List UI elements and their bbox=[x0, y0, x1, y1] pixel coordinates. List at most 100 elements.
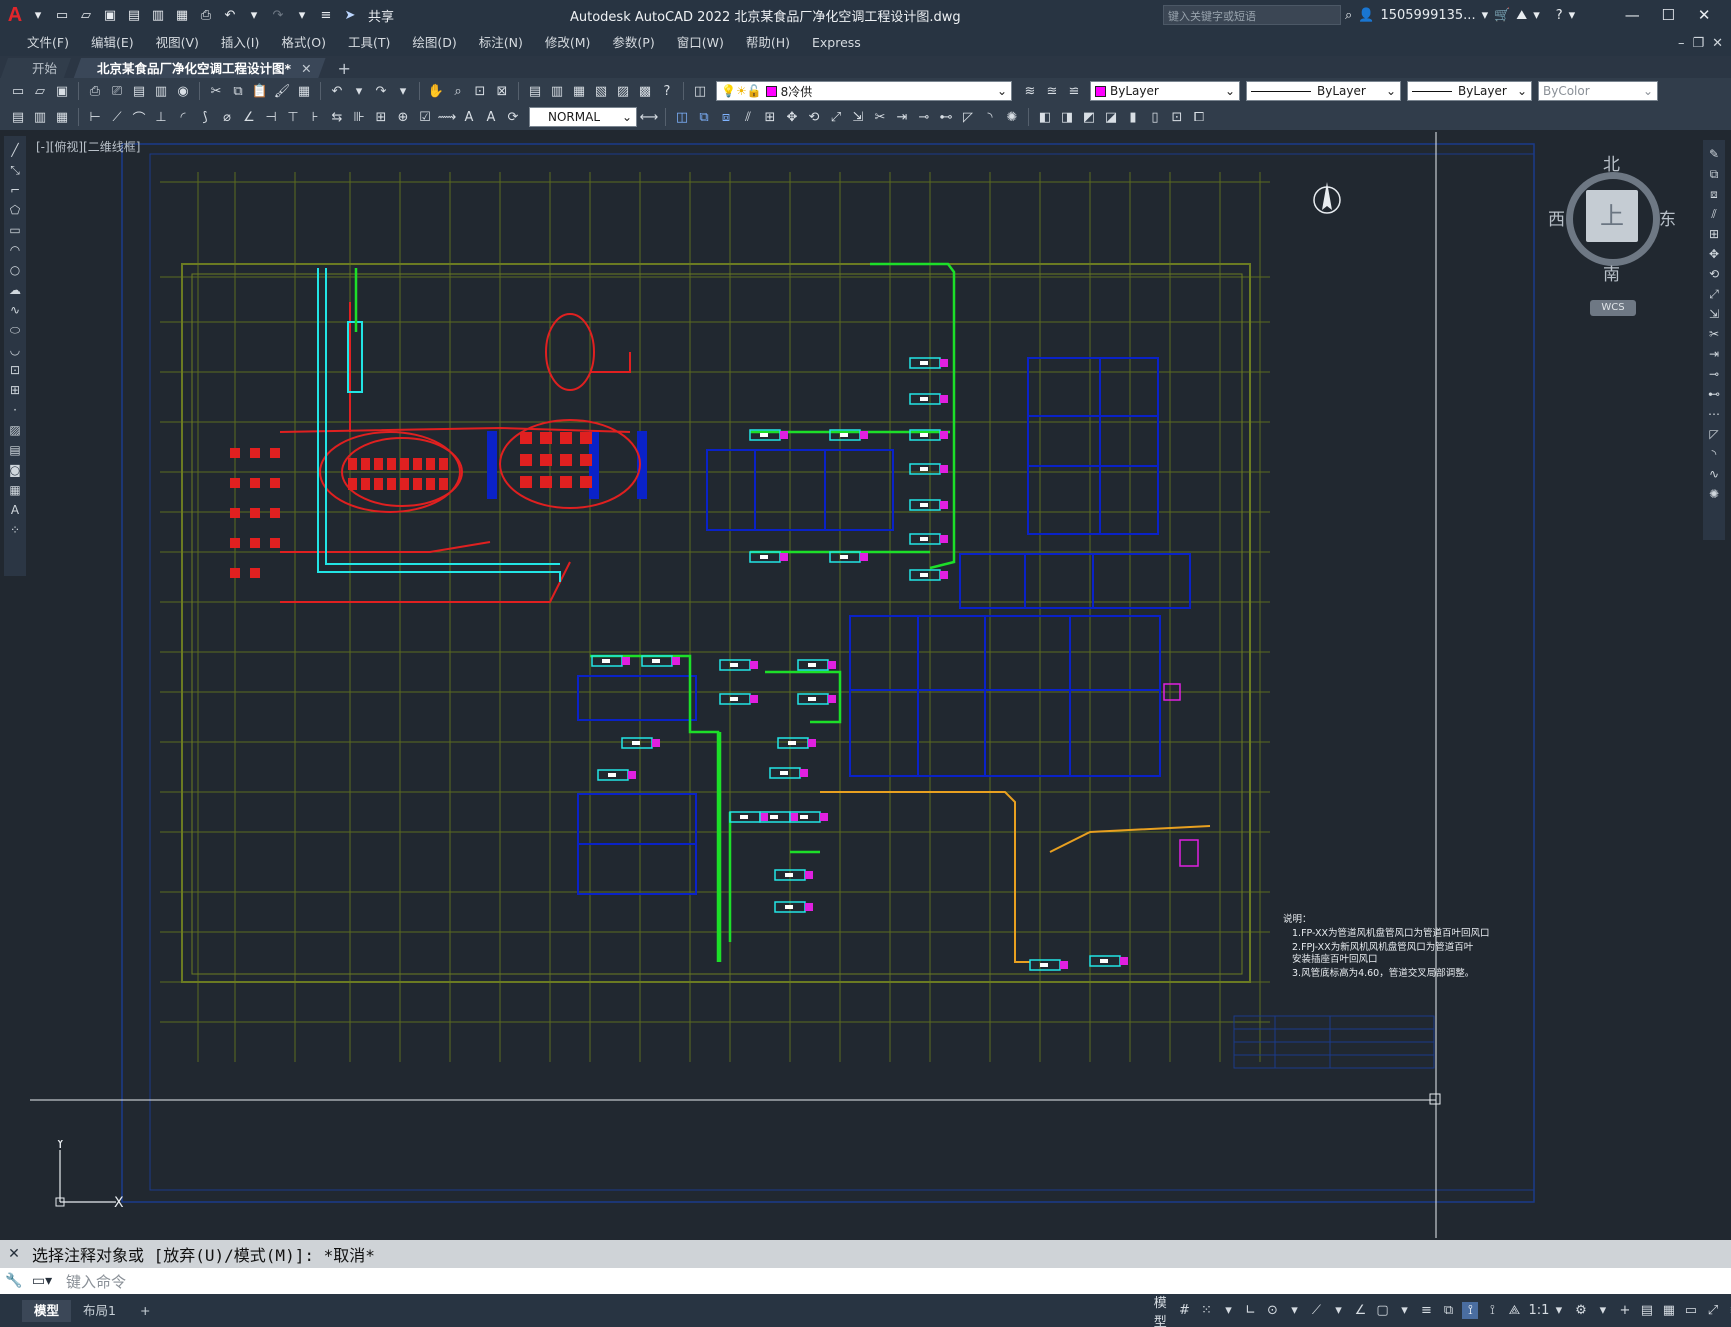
aligned-dim-icon[interactable]: ⟋ bbox=[107, 107, 127, 127]
tab-layout1[interactable]: 布局1 bbox=[71, 1300, 128, 1322]
user-icon[interactable]: 👤 bbox=[1358, 8, 1374, 23]
add-selected-icon[interactable]: ⁘ bbox=[7, 522, 23, 538]
line-icon[interactable]: ╱ bbox=[7, 142, 23, 158]
layer-walk-icon[interactable]: ▦ bbox=[52, 107, 72, 127]
menu-format[interactable]: 格式(O) bbox=[270, 30, 337, 56]
close-button[interactable]: ✕ bbox=[1689, 6, 1719, 24]
quick-select-icon[interactable]: ▥ bbox=[30, 107, 50, 127]
layer-iso-icon[interactable]: ≌ bbox=[1064, 81, 1084, 101]
dim-break-icon[interactable]: ⊪ bbox=[349, 107, 369, 127]
rotate-icon[interactable]: ⟲ bbox=[1706, 266, 1722, 282]
lineweight-dropdown[interactable]: ByLayer ⌄ bbox=[1407, 81, 1532, 101]
menu-help[interactable]: 帮助(H) bbox=[735, 30, 801, 56]
tab-start[interactable]: 开始 bbox=[0, 58, 71, 80]
wcs-menu[interactable]: WCS bbox=[1590, 300, 1636, 316]
polygon-icon[interactable]: ⬠ bbox=[7, 202, 23, 218]
doc-restore-icon[interactable]: ❐ bbox=[1692, 36, 1704, 51]
tab-close-icon[interactable]: ✕ bbox=[301, 61, 311, 76]
offset-icon[interactable]: ⫽ bbox=[1706, 206, 1722, 222]
extend-icon[interactable]: ⇥ bbox=[892, 107, 912, 127]
color-dropdown[interactable]: ByLayer ⌄ bbox=[1090, 81, 1240, 101]
scale-icon[interactable]: ⤢ bbox=[826, 107, 846, 127]
arc-length-icon[interactable]: ⌒ bbox=[129, 107, 149, 127]
undo-list-icon[interactable]: ▾ bbox=[349, 81, 369, 101]
ellipse-arc-icon[interactable]: ◡ bbox=[7, 342, 23, 358]
circle-icon[interactable]: ○ bbox=[7, 262, 23, 278]
workspace-gear-icon[interactable]: ⚙ bbox=[1573, 1303, 1589, 1318]
hardware-acceleration-icon[interactable]: ▭ bbox=[1683, 1303, 1699, 1318]
publish-web-icon[interactable]: ◉ bbox=[173, 81, 193, 101]
snap-dropdown-icon[interactable]: ▾ bbox=[1220, 1303, 1236, 1318]
viewport-controls[interactable]: [-][俯视][二维线框] bbox=[36, 138, 140, 155]
polar-dropdown-icon[interactable]: ▾ bbox=[1286, 1303, 1302, 1318]
tolerance-icon[interactable]: ⊞ bbox=[371, 107, 391, 127]
break-at-point-icon[interactable]: ⊸ bbox=[1706, 366, 1722, 382]
region-icon[interactable]: ◙ bbox=[7, 462, 23, 478]
redo-icon[interactable]: ↷ bbox=[371, 81, 391, 101]
zoom-previous-icon[interactable]: ⊠ bbox=[492, 81, 512, 101]
inspect-icon[interactable]: ☑ bbox=[415, 107, 435, 127]
save-icon[interactable]: ▣ bbox=[100, 5, 120, 25]
jogged-dim-icon[interactable]: ⟆ bbox=[195, 107, 215, 127]
mirror-icon[interactable]: ⧈ bbox=[1706, 186, 1722, 202]
rectangle-icon[interactable]: ▭ bbox=[7, 222, 23, 238]
autocad-logo-icon[interactable]: A bbox=[6, 4, 24, 27]
properties-icon[interactable]: ▤ bbox=[525, 81, 545, 101]
point-icon[interactable]: · bbox=[7, 402, 23, 418]
redo-dropdown-icon[interactable]: ▾ bbox=[292, 5, 312, 25]
object-snap-icon[interactable]: ▢ bbox=[1374, 1303, 1390, 1318]
recent-commands-icon[interactable]: ▭▾ bbox=[28, 1273, 56, 1289]
angular-dim-icon[interactable]: ∠ bbox=[239, 107, 259, 127]
scale-icon[interactable]: ⤢ bbox=[1706, 286, 1722, 302]
menu-insert[interactable]: 插入(I) bbox=[210, 30, 270, 56]
dim-edit-icon[interactable]: A bbox=[459, 107, 479, 127]
erase-icon[interactable]: ◫ bbox=[672, 107, 692, 127]
scale-dropdown-icon[interactable]: ▾ bbox=[1551, 1303, 1567, 1318]
break-icon[interactable]: ⊸ bbox=[914, 107, 934, 127]
ordinate-dim-icon[interactable]: ⊥ bbox=[151, 107, 171, 127]
object-snap-dropdown-icon[interactable]: ▾ bbox=[1396, 1303, 1412, 1318]
isodraft-dropdown-icon[interactable]: ▾ bbox=[1330, 1303, 1346, 1318]
user-dropdown-icon[interactable]: ▾ bbox=[1482, 8, 1489, 23]
web-save-icon[interactable]: ▦ bbox=[172, 5, 192, 25]
snap-icon[interactable]: ⁙ bbox=[1198, 1303, 1214, 1318]
mtext-icon[interactable]: A bbox=[7, 502, 23, 518]
open-icon[interactable]: ▱ bbox=[30, 81, 50, 101]
join-icon[interactable]: ⋯ bbox=[1706, 406, 1722, 422]
open-folder-icon[interactable]: ▱ bbox=[76, 5, 96, 25]
polyline-icon[interactable]: ⌐ bbox=[7, 182, 23, 198]
zoom-realtime-icon[interactable]: ⌕ bbox=[448, 81, 468, 101]
object-snap-tracking-icon[interactable]: ∠ bbox=[1352, 1303, 1368, 1318]
plot-icon[interactable]: ⎙ bbox=[85, 81, 105, 101]
arc-icon[interactable]: ◠ bbox=[7, 242, 23, 258]
search-input[interactable]: 键入关键字或短语 bbox=[1163, 5, 1341, 25]
stretch-icon[interactable]: ⇲ bbox=[1706, 306, 1722, 322]
grid-icon[interactable]: # bbox=[1176, 1303, 1192, 1318]
copy-object-icon[interactable]: ⧉ bbox=[694, 107, 714, 127]
layer-previous-icon[interactable]: ≊ bbox=[1042, 81, 1062, 101]
revcloud-icon[interactable]: ☁ bbox=[7, 282, 23, 298]
layer-properties-icon[interactable]: ◫ bbox=[690, 81, 710, 101]
extend-icon[interactable]: ⇥ bbox=[1706, 346, 1722, 362]
attach-icon[interactable]: ⧠ bbox=[1189, 107, 1209, 127]
redo-icon[interactable]: ↷ bbox=[268, 5, 288, 25]
compass-south[interactable]: 南 bbox=[1603, 260, 1620, 285]
share-button[interactable]: 共享 bbox=[368, 6, 394, 25]
trim-icon[interactable]: ✂ bbox=[1706, 326, 1722, 342]
explode-icon[interactable]: ✺ bbox=[1002, 107, 1022, 127]
diameter-dim-icon[interactable]: ⌀ bbox=[217, 107, 237, 127]
sheet-set-icon[interactable]: ▧ bbox=[591, 81, 611, 101]
dim-space-icon[interactable]: ⇆ bbox=[327, 107, 347, 127]
compass-north[interactable]: 北 bbox=[1603, 150, 1620, 175]
stretch-icon[interactable]: ⇲ bbox=[848, 107, 868, 127]
customize-icon[interactable]: 🔧 bbox=[0, 1273, 28, 1289]
menu-window[interactable]: 窗口(W) bbox=[666, 30, 735, 56]
transparency-icon[interactable]: ⧉ bbox=[1440, 1303, 1456, 1318]
doc-minimize-icon[interactable]: – bbox=[1678, 36, 1685, 51]
new-file-icon[interactable]: ▭ bbox=[52, 5, 72, 25]
fillet-icon[interactable]: ◝ bbox=[980, 107, 1000, 127]
cart-icon[interactable]: 🛒 bbox=[1494, 8, 1510, 23]
maximize-button[interactable]: ☐ bbox=[1653, 6, 1683, 24]
auto-scale-icon[interactable]: ⟟ bbox=[1484, 1303, 1500, 1318]
units-icon[interactable]: ▤ bbox=[1639, 1303, 1655, 1318]
